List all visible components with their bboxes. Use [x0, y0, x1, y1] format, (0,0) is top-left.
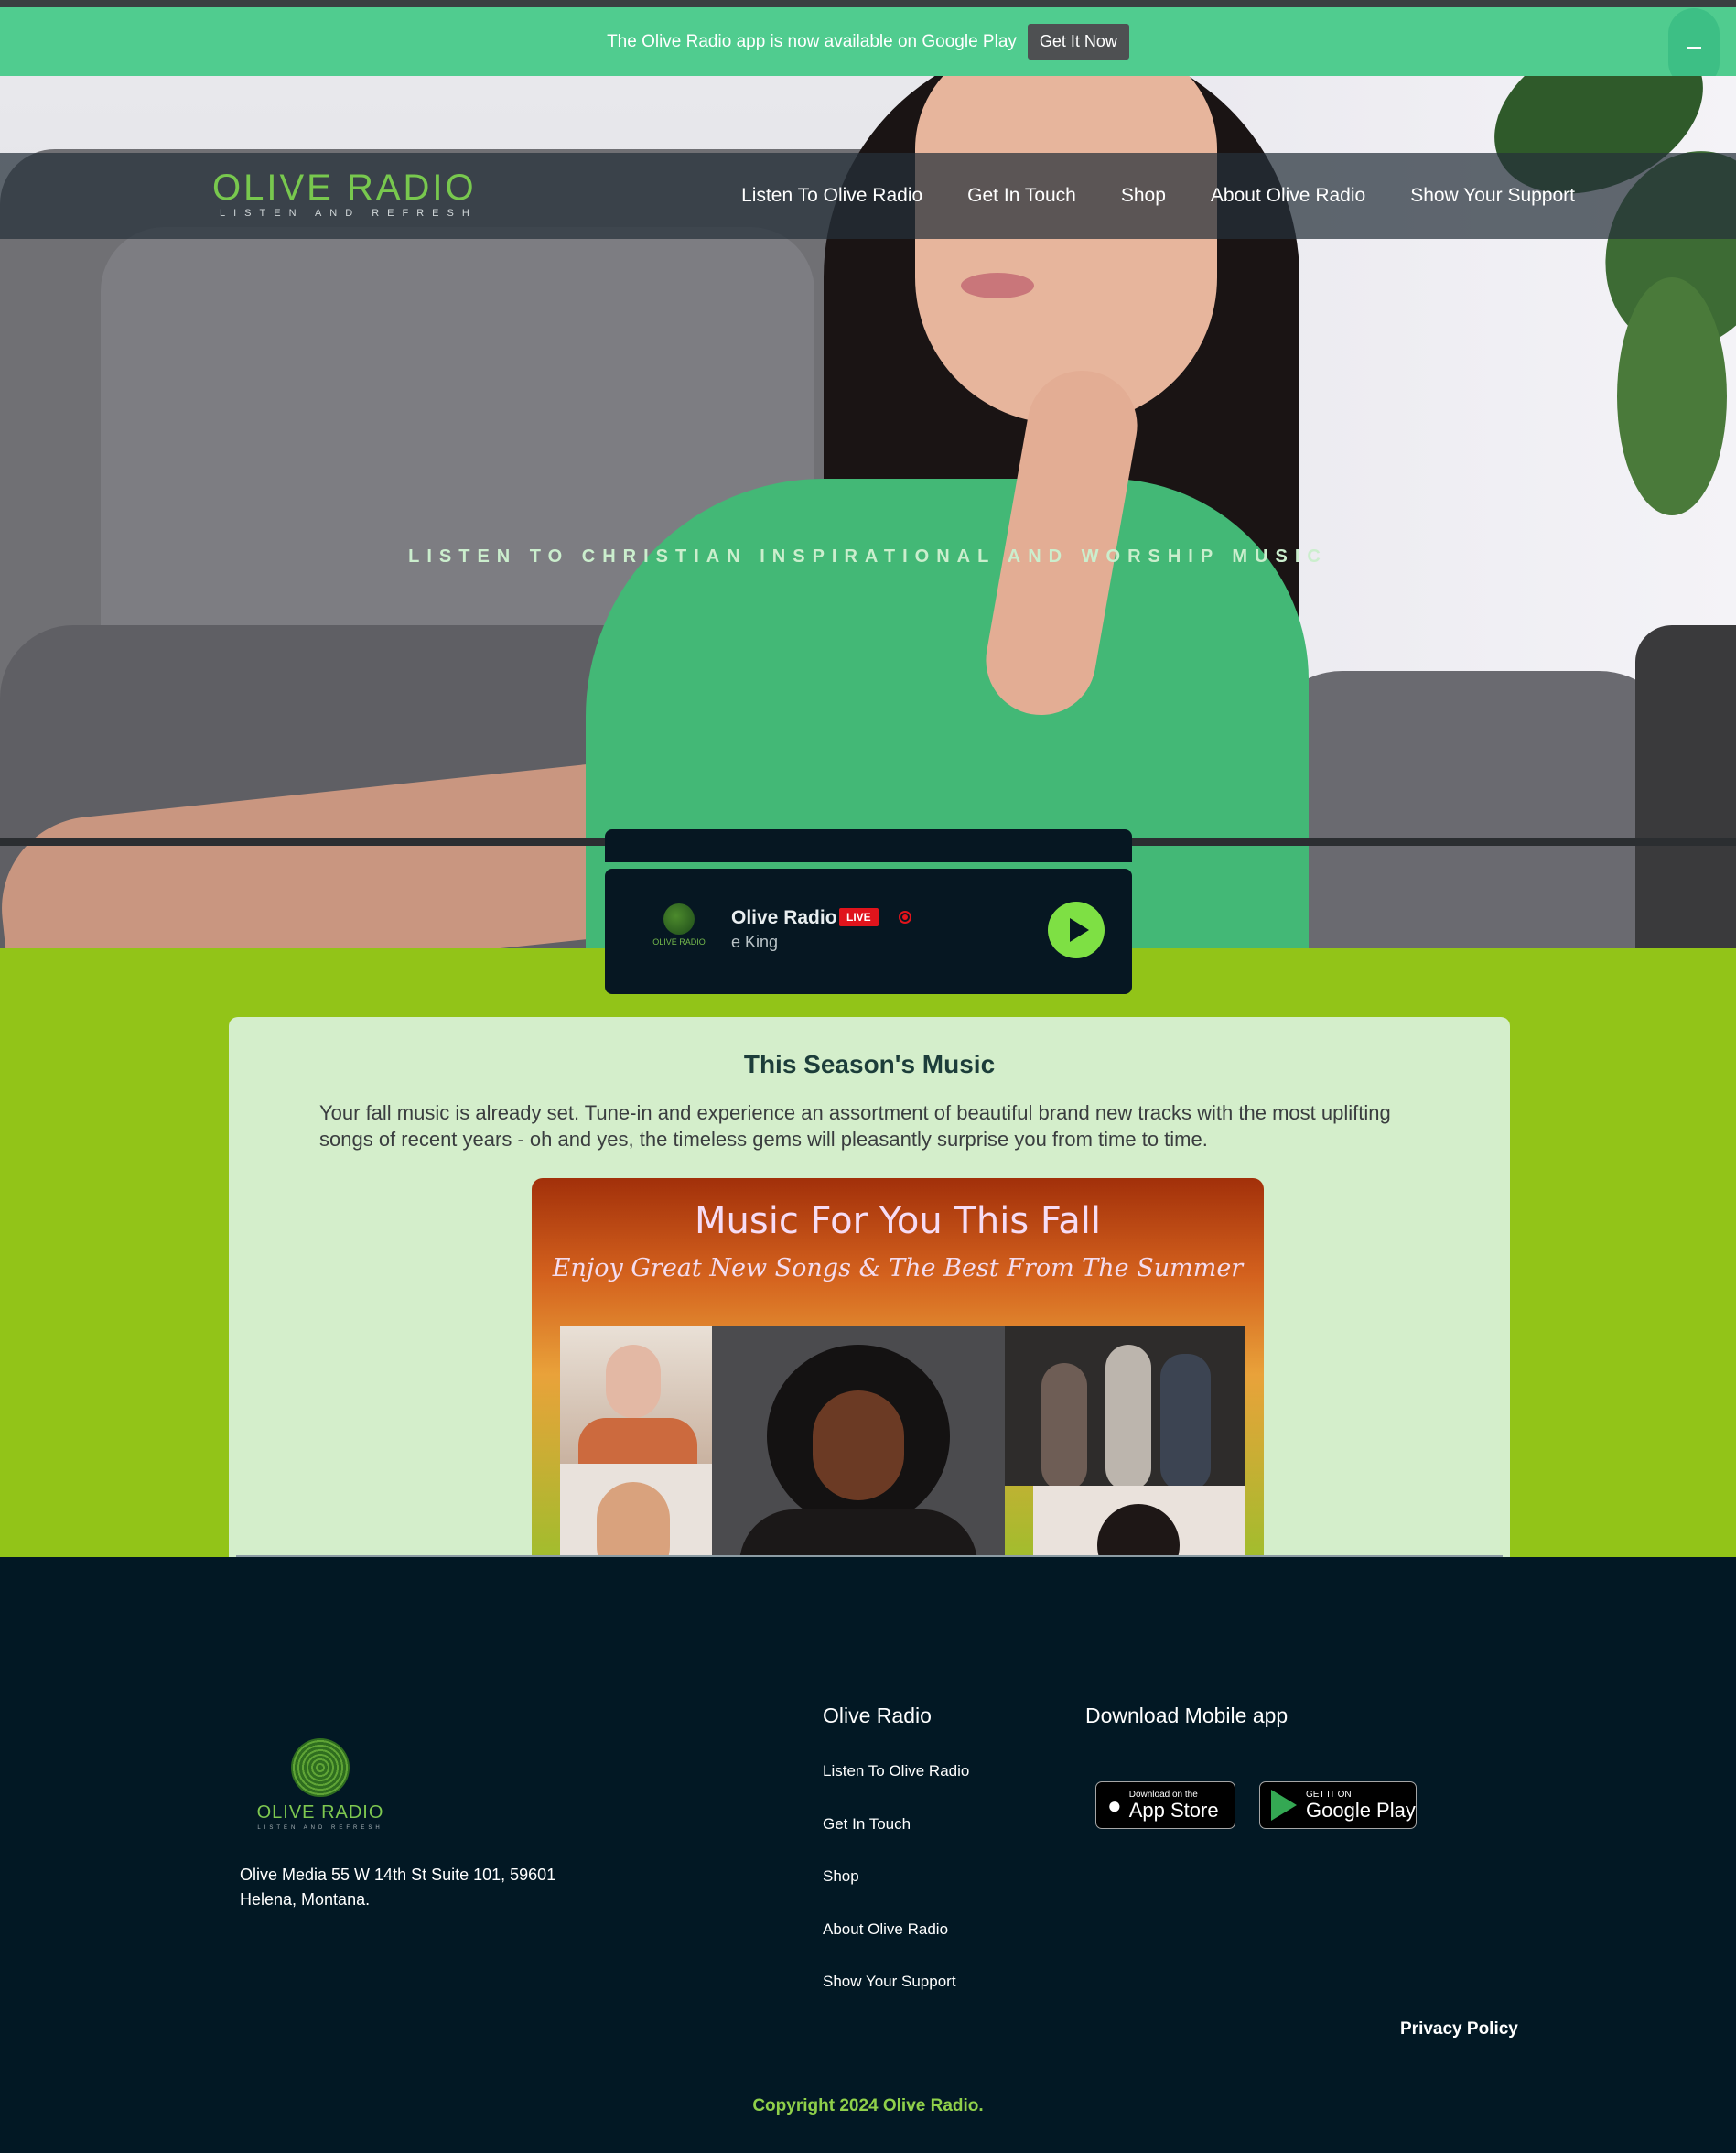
- privacy-policy-link[interactable]: Privacy Policy: [1400, 2019, 1518, 2039]
- nav-get-in-touch[interactable]: Get In Touch: [967, 185, 1076, 207]
- globe-icon: [291, 1738, 350, 1797]
- hero-tagline: LISTEN TO CHRISTIAN INSPIRATIONAL AND WO…: [408, 546, 1328, 567]
- copyright-text: Copyright 2024 Olive Radio.: [752, 2096, 984, 2115]
- footer-link-about[interactable]: About Olive Radio: [823, 1920, 969, 1974]
- minus-icon: [1687, 47, 1701, 49]
- player-logo-text: OLIVE RADIO: [652, 937, 706, 947]
- get-it-now-button[interactable]: Get It Now: [1027, 24, 1129, 60]
- announcement-text: The Olive Radio app is now available on …: [607, 31, 1017, 51]
- site-footer: OLIVE RADIO LISTEN AND REFRESH Olive Med…: [0, 1557, 1736, 2153]
- google-play-big-text: Google Play: [1306, 1798, 1416, 1822]
- logo-name: OLIVE RADIO: [212, 168, 477, 208]
- footer-link-support[interactable]: Show Your Support: [823, 1973, 969, 2026]
- logo-tagline: LISTEN AND REFRESH: [220, 208, 478, 219]
- apple-icon: ●: [1107, 1791, 1122, 1819]
- season-card: This Season's Music Your fall music is a…: [229, 1017, 1510, 1557]
- footer-links-title: Olive Radio: [823, 1704, 932, 1727]
- google-play-badge[interactable]: GET IT ON Google Play: [1259, 1781, 1417, 1829]
- artist-photo: [1033, 1486, 1245, 1557]
- season-description: Your fall music is already set. Tune-in …: [319, 1101, 1391, 1151]
- footer-link-get-in-touch[interactable]: Get In Touch: [823, 1815, 969, 1868]
- footer-address: Olive Media 55 W 14th St Suite 101, 5960…: [240, 1863, 606, 1912]
- top-border: [0, 0, 1736, 7]
- app-store-badge[interactable]: ● Download on the App Store: [1095, 1781, 1235, 1829]
- recording-indicator-icon: [899, 911, 911, 924]
- season-title: This Season's Music: [743, 1050, 996, 1078]
- artist-photo: [560, 1464, 712, 1557]
- poster-title: Music For You This Fall: [695, 1200, 1101, 1242]
- hero-section: OLIVE RADIO LISTEN AND REFRESH Listen To…: [0, 76, 1736, 948]
- google-play-small-text: GET IT ON: [1306, 1789, 1352, 1800]
- nav-support[interactable]: Show Your Support: [1410, 185, 1575, 207]
- main-nav: Listen To Olive Radio Get In Touch Shop …: [741, 153, 1575, 239]
- footer-logo-name: OLIVE RADIO: [256, 1802, 384, 1823]
- google-play-icon: [1271, 1790, 1297, 1821]
- player-station-name: Olive Radio: [731, 907, 837, 928]
- globe-icon: [663, 903, 695, 935]
- footer-logo[interactable]: OLIVE RADIO LISTEN AND REFRESH: [256, 1738, 384, 1831]
- app-store-small-text: Download on the: [1128, 1789, 1198, 1800]
- download-app-title: Download Mobile app: [1085, 1704, 1289, 1727]
- address-line-1: Olive Media 55 W 14th St Suite 101, 5960…: [240, 1866, 556, 1884]
- artist-photo: [712, 1326, 1005, 1557]
- nav-listen[interactable]: Listen To Olive Radio: [741, 185, 922, 207]
- app-store-big-text: App Store: [1128, 1798, 1219, 1822]
- poster-subtitle: Enjoy Great New Songs & The Best From Th…: [552, 1254, 1244, 1282]
- live-badge: LIVE: [839, 908, 879, 926]
- artist-photo: [1005, 1326, 1245, 1486]
- player-station-logo: OLIVE RADIO: [649, 903, 709, 960]
- footer-link-listen[interactable]: Listen To Olive Radio: [823, 1762, 969, 1815]
- footer-links: Listen To Olive Radio Get In Touch Shop …: [823, 1762, 969, 2026]
- now-playing-text: e King: [731, 933, 779, 951]
- footer-logo-tagline: LISTEN AND REFRESH: [257, 1825, 383, 1831]
- address-line-2: Helena, Montana.: [240, 1890, 371, 1909]
- nav-about[interactable]: About Olive Radio: [1211, 185, 1365, 207]
- nav-shop[interactable]: Shop: [1121, 185, 1166, 207]
- player-tab: [605, 829, 1132, 862]
- radio-player: OLIVE RADIO Olive Radio LIVE e King: [605, 869, 1132, 994]
- artist-photo: [560, 1326, 712, 1464]
- play-button[interactable]: [1048, 902, 1105, 958]
- site-logo[interactable]: OLIVE RADIO LISTEN AND REFRESH: [212, 169, 478, 219]
- play-icon: [1069, 918, 1089, 942]
- main-navbar: OLIVE RADIO LISTEN AND REFRESH Listen To…: [0, 153, 1736, 239]
- announcement-bar: The Olive Radio app is now available on …: [0, 7, 1736, 88]
- fall-music-poster: Music For You This Fall Enjoy Great New …: [532, 1178, 1264, 1557]
- footer-link-shop[interactable]: Shop: [823, 1867, 969, 1920]
